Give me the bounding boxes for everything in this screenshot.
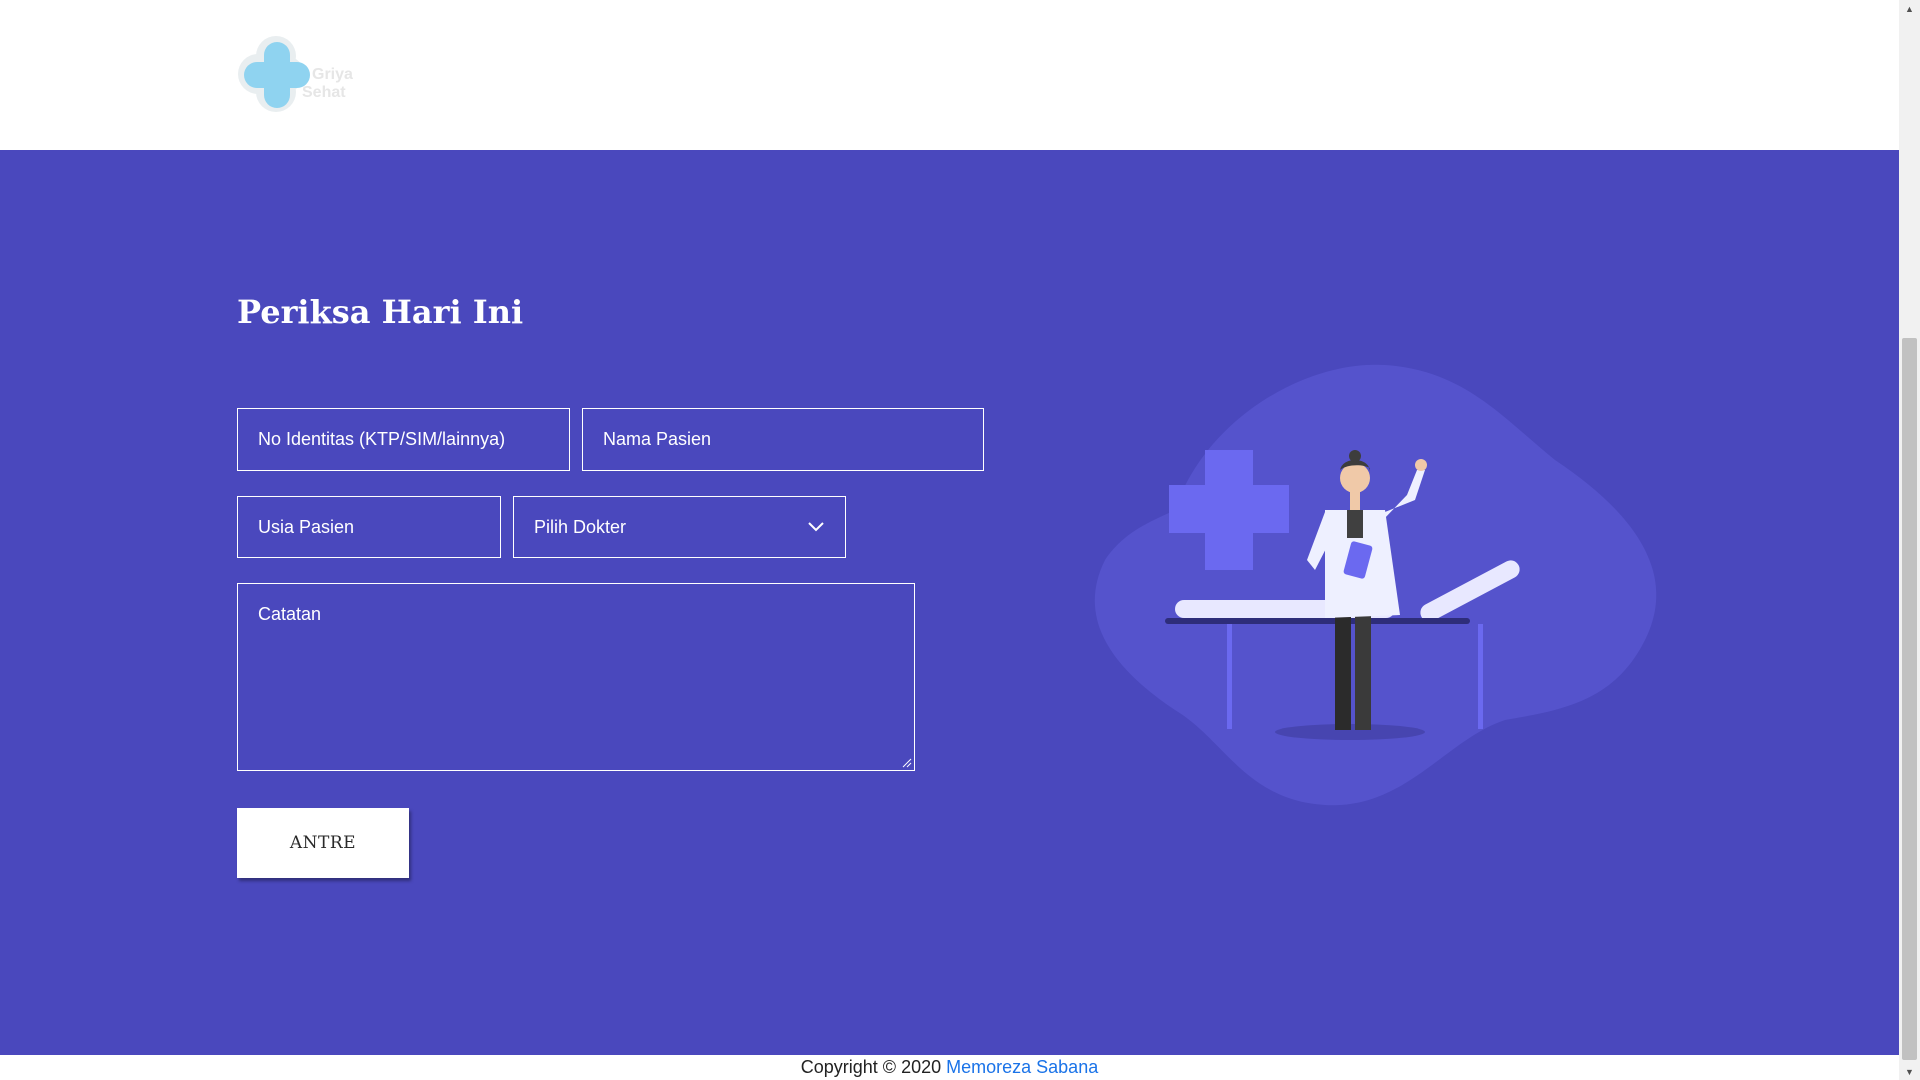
author-link[interactable]: Memoreza Sabana xyxy=(946,1057,1098,1077)
brand-line-1: Griya xyxy=(312,66,353,83)
arrow-down-icon[interactable]: ▼ xyxy=(1899,1063,1920,1080)
brand-name: Griya Sehat xyxy=(302,66,353,102)
id-number-input[interactable] xyxy=(237,408,570,471)
resize-grip-icon[interactable] xyxy=(902,758,912,768)
medical-cross-icon xyxy=(238,36,310,112)
patient-name-input[interactable] xyxy=(582,408,984,471)
page-title: Periksa Hari Ini xyxy=(237,293,524,331)
site-footer: Copyright © 2020 Memoreza Sabana xyxy=(0,1055,1899,1080)
page-scrollbar[interactable]: ▲ ▼ xyxy=(1899,0,1920,1080)
copyright-text: Copyright © 2020 xyxy=(800,1057,942,1077)
patient-age-input[interactable] xyxy=(237,496,501,558)
notes-textarea[interactable] xyxy=(237,583,915,771)
appointment-section: Periksa Hari Ini Pilih Dokter ANTRE xyxy=(0,150,1899,1055)
medical-cross-bar xyxy=(1169,485,1289,533)
doctor-illustration xyxy=(1094,364,1657,806)
doctor-select-value: Pilih Dokter xyxy=(534,516,627,537)
chevron-down-icon xyxy=(808,522,824,532)
scrollbar-thumb[interactable] xyxy=(1902,338,1917,1060)
submit-queue-button[interactable]: ANTRE xyxy=(237,808,409,878)
arrow-up-icon[interactable]: ▲ xyxy=(1899,0,1920,17)
site-header: Griya Sehat xyxy=(0,0,1899,150)
doctor-select[interactable]: Pilih Dokter xyxy=(513,496,846,558)
brand-line-2: Sehat xyxy=(302,84,346,101)
brand-logo[interactable]: Griya Sehat xyxy=(236,34,376,114)
